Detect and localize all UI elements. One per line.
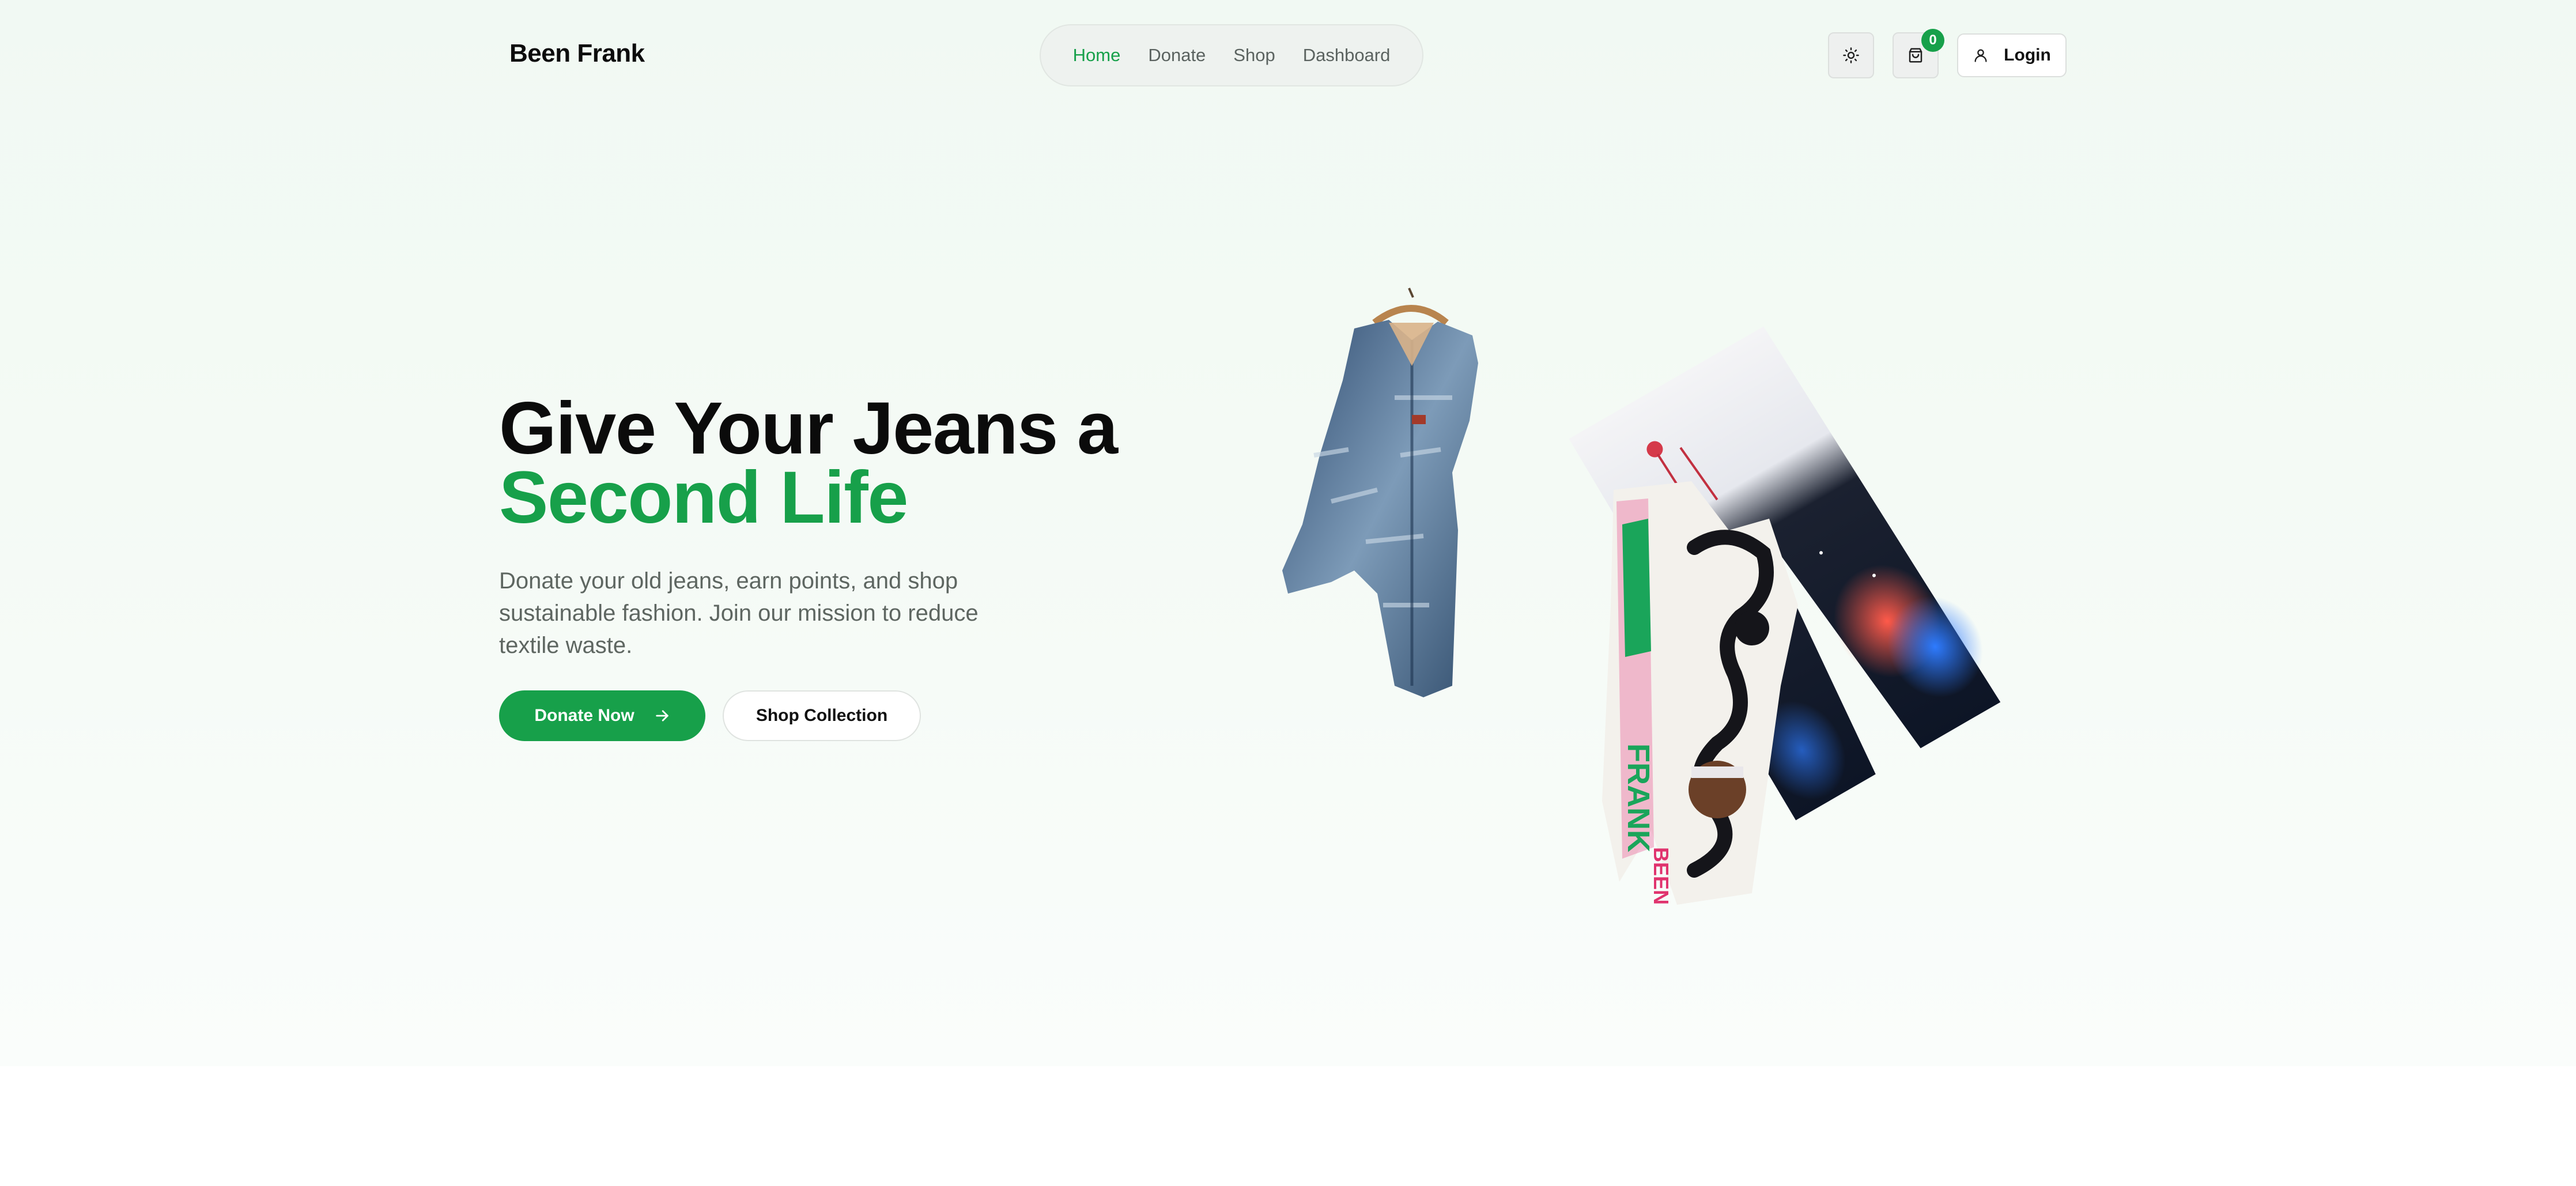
hero-jeans-image: FRANK BEEN: [1282, 288, 2001, 905]
denim-jacket: [1282, 288, 1478, 697]
theme-toggle-button[interactable]: [1828, 32, 1874, 78]
donate-now-button[interactable]: Donate Now: [499, 690, 705, 741]
nav-donate[interactable]: Donate: [1148, 45, 1206, 66]
headline-line-1: Give Your Jeans a: [499, 387, 1118, 470]
hero-headline: Give Your Jeans a Second Life: [499, 387, 1118, 539]
shopping-bag-icon: [1909, 48, 1922, 63]
nav-dashboard[interactable]: Dashboard: [1303, 45, 1391, 66]
brand-logo[interactable]: Been Frank: [509, 39, 645, 68]
hero-subtext: Donate your old jeans, earn points, and …: [499, 568, 979, 658]
svg-text:FRANK: FRANK: [1621, 743, 1656, 852]
svg-text:BEEN: BEEN: [1649, 847, 1673, 905]
donate-now-label: Donate Now: [534, 706, 634, 725]
login-button[interactable]: Login: [1957, 33, 2067, 77]
nav-shop[interactable]: Shop: [1233, 45, 1275, 66]
user-icon: [1974, 49, 1987, 62]
nav-home[interactable]: Home: [1073, 45, 1121, 66]
login-label: Login: [2004, 46, 2051, 65]
sun-icon: [1843, 47, 1859, 63]
shop-collection-label: Shop Collection: [756, 706, 888, 725]
headline-line-2: Second Life: [499, 456, 908, 539]
main-nav: Home Donate Shop Dashboard: [1040, 24, 1423, 86]
cart-count-badge: 0: [1921, 29, 1944, 52]
shop-collection-button[interactable]: Shop Collection: [723, 690, 921, 741]
cart-button[interactable]: 0: [1893, 29, 1944, 78]
graffiti-painted-jeans: FRANK BEEN: [1602, 481, 1798, 905]
arrow-right-icon: [655, 710, 668, 722]
